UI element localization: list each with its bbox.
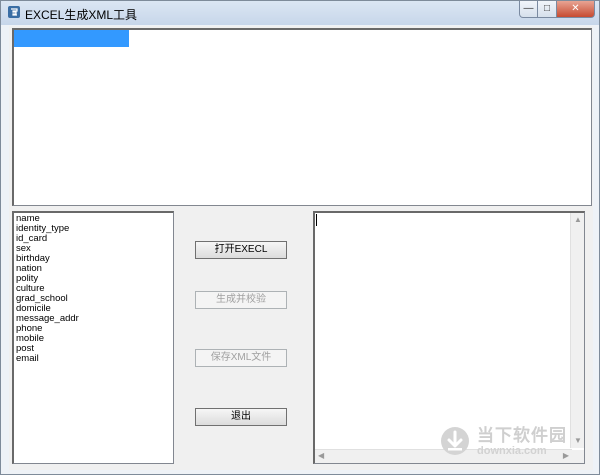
field-list-item[interactable]: nation — [16, 264, 173, 274]
vertical-scrollbar[interactable]: ▲ ▼ — [570, 213, 584, 448]
close-button[interactable]: ✕ — [557, 1, 595, 18]
field-list-item[interactable]: email — [16, 354, 173, 364]
field-list[interactable]: name identity_type id_card sex birthday natio… — [12, 211, 174, 464]
scroll-right-arrow-icon[interactable]: ▶ — [563, 452, 569, 460]
excel-data-grid[interactable] — [12, 28, 592, 206]
save-xml-button[interactable]: 保存XML文件 — [195, 349, 287, 367]
exit-button[interactable]: 退出 — [195, 408, 287, 426]
client-area: name identity_type id_card sex birthday natio… — [9, 26, 593, 470]
watermark-domain: downxia.com — [477, 445, 547, 457]
selected-cell[interactable] — [14, 30, 129, 47]
field-list-item[interactable]: mobile — [16, 334, 173, 344]
minimize-button[interactable]: — — [519, 1, 538, 18]
app-window: EXCEL生成XML工具 — □ ✕ name identity_type id_c… — [0, 0, 600, 475]
field-list-item[interactable]: post — [16, 344, 173, 354]
app-logo-icon — [8, 6, 20, 18]
open-excel-button[interactable]: 打开EXECL — [195, 241, 287, 259]
text-caret — [316, 214, 317, 226]
generate-validate-button[interactable]: 生成并校验 — [195, 291, 287, 309]
window-title: EXCEL生成XML工具 — [25, 8, 138, 22]
watermark-brand: 当下软件园 — [477, 426, 567, 445]
scrollbar-corner — [571, 450, 584, 463]
scroll-left-arrow-icon[interactable]: ◀ — [318, 452, 324, 460]
scroll-up-arrow-icon[interactable]: ▲ — [574, 216, 582, 224]
scroll-down-arrow-icon[interactable]: ▼ — [574, 437, 582, 445]
title-bar[interactable]: EXCEL生成XML工具 — □ ✕ — [1, 1, 599, 25]
field-list-item[interactable]: id_card — [16, 234, 173, 244]
download-arrow-icon — [441, 427, 469, 455]
maximize-button[interactable]: □ — [538, 1, 557, 18]
